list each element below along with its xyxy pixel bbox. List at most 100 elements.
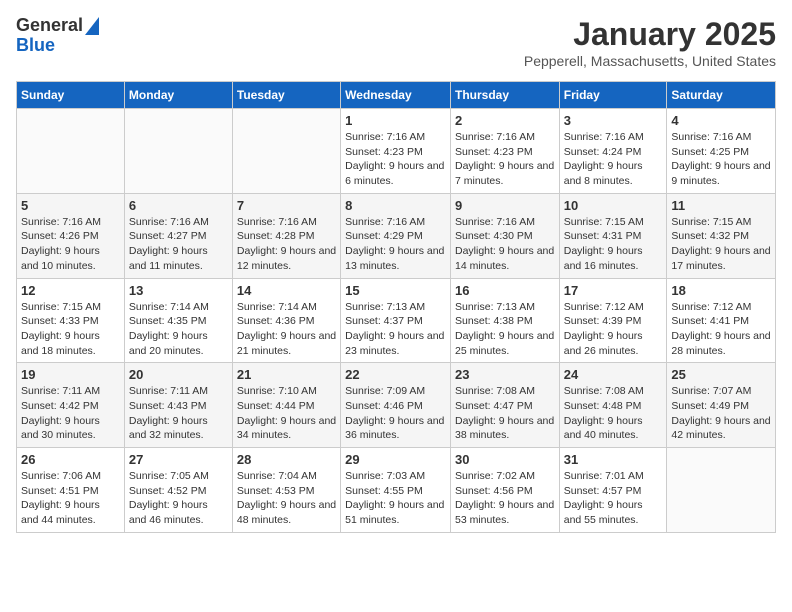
calendar-cell (124, 109, 232, 194)
day-info: Sunrise: 7:14 AM Sunset: 4:36 PM Dayligh… (237, 300, 336, 359)
logo-triangle-icon (85, 17, 99, 35)
calendar-cell: 4 Sunrise: 7:16 AM Sunset: 4:25 PM Daylig… (667, 109, 776, 194)
day-info: Sunrise: 7:16 AM Sunset: 4:23 PM Dayligh… (455, 130, 555, 189)
day-info: Sunrise: 7:11 AM Sunset: 4:42 PM Dayligh… (21, 384, 120, 443)
calendar-cell: 31 Sunrise: 7:01 AM Sunset: 4:57 PM Dayli… (559, 448, 667, 533)
day-number: 9 (455, 198, 555, 213)
calendar-cell: 7 Sunrise: 7:16 AM Sunset: 4:28 PM Daylig… (232, 193, 340, 278)
calendar-week-row: 1 Sunrise: 7:16 AM Sunset: 4:23 PM Daylig… (17, 109, 776, 194)
day-number: 17 (564, 283, 663, 298)
calendar-cell: 30Sunrise: 7:02 AM Sunset: 4:56 PM Dayli… (450, 448, 559, 533)
day-number: 3 (564, 113, 663, 128)
calendar-week-row: 26 Sunrise: 7:06 AM Sunset: 4:51 PM Dayli… (17, 448, 776, 533)
day-info: Sunrise: 7:15 AM Sunset: 4:32 PM Dayligh… (671, 215, 771, 274)
page-header: General Blue January 2025 Pepperell, Mas… (16, 16, 776, 69)
day-number: 5 (21, 198, 120, 213)
day-info: Sunrise: 7:16 AM Sunset: 4:27 PM Dayligh… (129, 215, 228, 274)
calendar-cell: 18 Sunrise: 7:12 AM Sunset: 4:41 PM Dayli… (667, 278, 776, 363)
day-number: 21 (237, 367, 336, 382)
calendar-week-row: 19 Sunrise: 7:11 AM Sunset: 4:42 PM Dayli… (17, 363, 776, 448)
calendar-cell: 21 Sunrise: 7:10 AM Sunset: 4:44 PM Dayli… (232, 363, 340, 448)
calendar-cell: 6Sunrise: 7:16 AM Sunset: 4:27 PM Daylig… (124, 193, 232, 278)
day-number: 23 (455, 367, 555, 382)
calendar-cell: 12 Sunrise: 7:15 AM Sunset: 4:33 PM Dayli… (17, 278, 125, 363)
calendar-cell: 29 Sunrise: 7:03 AM Sunset: 4:55 PM Dayli… (341, 448, 451, 533)
day-number: 1 (345, 113, 446, 128)
calendar-cell: 15Sunrise: 7:13 AM Sunset: 4:37 PM Dayli… (341, 278, 451, 363)
day-info: Sunrise: 7:16 AM Sunset: 4:28 PM Dayligh… (237, 215, 336, 274)
day-number: 16 (455, 283, 555, 298)
day-number: 29 (345, 452, 446, 467)
logo-text-blue: Blue (16, 36, 55, 56)
day-info: Sunrise: 7:12 AM Sunset: 4:41 PM Dayligh… (671, 300, 771, 359)
day-info: Sunrise: 7:15 AM Sunset: 4:33 PM Dayligh… (21, 300, 120, 359)
calendar-cell: 24 Sunrise: 7:08 AM Sunset: 4:48 PM Dayli… (559, 363, 667, 448)
day-info: Sunrise: 7:11 AM Sunset: 4:43 PM Dayligh… (129, 384, 228, 443)
day-info: Sunrise: 7:16 AM Sunset: 4:25 PM Dayligh… (671, 130, 771, 189)
calendar-cell: 27 Sunrise: 7:05 AM Sunset: 4:52 PM Dayli… (124, 448, 232, 533)
calendar-cell: 20 Sunrise: 7:11 AM Sunset: 4:43 PM Dayli… (124, 363, 232, 448)
calendar-cell: 9Sunrise: 7:16 AM Sunset: 4:30 PM Daylig… (450, 193, 559, 278)
day-info: Sunrise: 7:15 AM Sunset: 4:31 PM Dayligh… (564, 215, 663, 274)
day-number: 4 (671, 113, 771, 128)
calendar-cell (17, 109, 125, 194)
calendar-cell (232, 109, 340, 194)
header-thursday: Thursday (450, 82, 559, 109)
calendar-cell: 16 Sunrise: 7:13 AM Sunset: 4:38 PM Dayli… (450, 278, 559, 363)
day-number: 24 (564, 367, 663, 382)
day-info: Sunrise: 7:08 AM Sunset: 4:48 PM Dayligh… (564, 384, 663, 443)
day-number: 12 (21, 283, 120, 298)
calendar-cell: 8 Sunrise: 7:16 AM Sunset: 4:29 PM Daylig… (341, 193, 451, 278)
day-info: Sunrise: 7:04 AM Sunset: 4:53 PM Dayligh… (237, 469, 336, 528)
day-info: Sunrise: 7:10 AM Sunset: 4:44 PM Dayligh… (237, 384, 336, 443)
day-info: Sunrise: 7:08 AM Sunset: 4:47 PM Dayligh… (455, 384, 555, 443)
calendar-body: 1 Sunrise: 7:16 AM Sunset: 4:23 PM Daylig… (17, 109, 776, 533)
page-subtitle: Pepperell, Massachusetts, United States (524, 53, 776, 69)
calendar-cell: 3Sunrise: 7:16 AM Sunset: 4:24 PM Daylig… (559, 109, 667, 194)
calendar-cell: 22 Sunrise: 7:09 AM Sunset: 4:46 PM Dayli… (341, 363, 451, 448)
calendar-cell: 26 Sunrise: 7:06 AM Sunset: 4:51 PM Dayli… (17, 448, 125, 533)
day-info: Sunrise: 7:05 AM Sunset: 4:52 PM Dayligh… (129, 469, 228, 528)
day-info: Sunrise: 7:16 AM Sunset: 4:26 PM Dayligh… (21, 215, 120, 274)
day-info: Sunrise: 7:06 AM Sunset: 4:51 PM Dayligh… (21, 469, 120, 528)
day-info: Sunrise: 7:16 AM Sunset: 4:23 PM Dayligh… (345, 130, 446, 189)
calendar-week-row: 5 Sunrise: 7:16 AM Sunset: 4:26 PM Daylig… (17, 193, 776, 278)
logo-text-general: General (16, 16, 83, 36)
calendar-cell: 23 Sunrise: 7:08 AM Sunset: 4:47 PM Dayli… (450, 363, 559, 448)
calendar-cell: 28Sunrise: 7:04 AM Sunset: 4:53 PM Dayli… (232, 448, 340, 533)
header-sunday: Sunday (17, 82, 125, 109)
day-info: Sunrise: 7:03 AM Sunset: 4:55 PM Dayligh… (345, 469, 446, 528)
header-saturday: Saturday (667, 82, 776, 109)
calendar-cell: 13Sunrise: 7:14 AM Sunset: 4:35 PM Dayli… (124, 278, 232, 363)
day-number: 31 (564, 452, 663, 467)
day-info: Sunrise: 7:01 AM Sunset: 4:57 PM Dayligh… (564, 469, 663, 528)
day-number: 22 (345, 367, 446, 382)
day-number: 2 (455, 113, 555, 128)
day-number: 8 (345, 198, 446, 213)
day-number: 18 (671, 283, 771, 298)
day-info: Sunrise: 7:16 AM Sunset: 4:29 PM Dayligh… (345, 215, 446, 274)
calendar-cell: 10Sunrise: 7:15 AM Sunset: 4:31 PM Dayli… (559, 193, 667, 278)
day-info: Sunrise: 7:13 AM Sunset: 4:38 PM Dayligh… (455, 300, 555, 359)
day-number: 11 (671, 198, 771, 213)
day-number: 30 (455, 452, 555, 467)
header-monday: Monday (124, 82, 232, 109)
calendar-header-row: SundayMondayTuesdayWednesdayThursdayFrid… (17, 82, 776, 109)
calendar-table: SundayMondayTuesdayWednesdayThursdayFrid… (16, 81, 776, 533)
day-info: Sunrise: 7:07 AM Sunset: 4:49 PM Dayligh… (671, 384, 771, 443)
calendar-cell: 5 Sunrise: 7:16 AM Sunset: 4:26 PM Daylig… (17, 193, 125, 278)
header-wednesday: Wednesday (341, 82, 451, 109)
day-number: 19 (21, 367, 120, 382)
calendar-cell: 11 Sunrise: 7:15 AM Sunset: 4:32 PM Dayli… (667, 193, 776, 278)
day-info: Sunrise: 7:09 AM Sunset: 4:46 PM Dayligh… (345, 384, 446, 443)
day-info: Sunrise: 7:13 AM Sunset: 4:37 PM Dayligh… (345, 300, 446, 359)
day-number: 27 (129, 452, 228, 467)
day-number: 26 (21, 452, 120, 467)
calendar-cell: 19 Sunrise: 7:11 AM Sunset: 4:42 PM Dayli… (17, 363, 125, 448)
calendar-cell (667, 448, 776, 533)
day-number: 14 (237, 283, 336, 298)
page-title: January 2025 (524, 16, 776, 53)
day-number: 20 (129, 367, 228, 382)
day-number: 7 (237, 198, 336, 213)
day-number: 25 (671, 367, 771, 382)
